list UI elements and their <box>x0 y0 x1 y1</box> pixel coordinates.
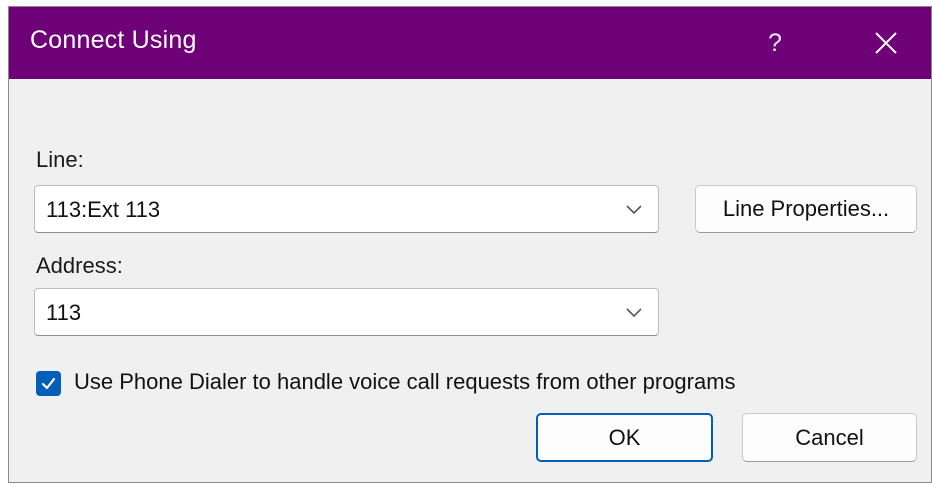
phone-dialer-checkbox-label[interactable]: Use Phone Dialer to handle voice call re… <box>74 369 736 395</box>
address-dropdown[interactable]: 113 <box>34 288 659 336</box>
close-icon <box>875 32 897 54</box>
ok-button[interactable]: OK <box>536 413 713 462</box>
address-label: Address: <box>36 253 123 278</box>
connect-using-dialog: Connect Using ? Line: 113:Ext 113 Line P… <box>8 6 932 483</box>
chevron-down-icon <box>626 205 642 215</box>
help-button[interactable]: ? <box>753 7 797 79</box>
cancel-button[interactable]: Cancel <box>742 413 917 462</box>
dialog-title: Connect Using <box>30 26 197 54</box>
title-bar[interactable]: Connect Using ? <box>9 7 931 79</box>
checkmark-icon <box>41 377 56 390</box>
close-button[interactable] <box>863 7 909 79</box>
chevron-down-icon <box>626 308 642 318</box>
phone-dialer-checkbox[interactable] <box>36 371 61 396</box>
line-dropdown[interactable]: 113:Ext 113 <box>34 185 659 233</box>
address-dropdown-value: 113 <box>46 300 82 325</box>
line-properties-button[interactable]: Line Properties... <box>695 185 917 233</box>
line-label: Line: <box>36 147 84 172</box>
line-dropdown-value: 113:Ext 113 <box>46 197 161 222</box>
